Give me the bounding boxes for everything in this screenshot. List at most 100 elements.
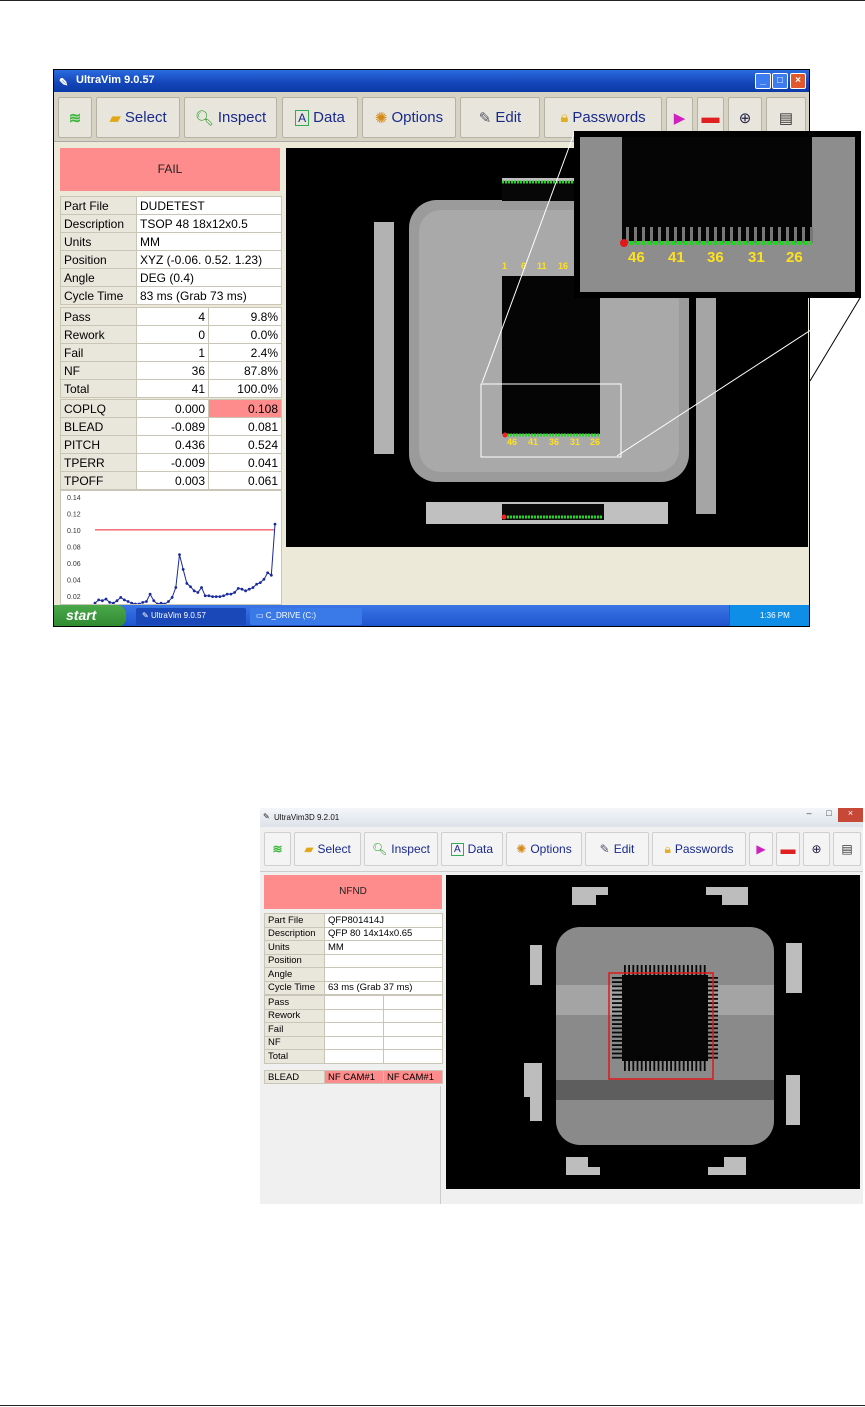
row-label: Pass bbox=[264, 995, 325, 1010]
row-label: Total bbox=[60, 379, 137, 398]
row-value bbox=[383, 1035, 443, 1050]
y-tick-label: 0.12 bbox=[67, 511, 81, 518]
row-label: Rework bbox=[264, 1008, 325, 1023]
inset-chip bbox=[622, 137, 812, 241]
close-button[interactable]: × bbox=[790, 73, 806, 89]
ultravim3d-window: ✎ UltraVim3D 9.2.01 – □ × ≋ ▰ Select 🔍︎ In… bbox=[260, 808, 863, 1204]
part-info-table: Part File QFP801414J Description QFP 80 14x… bbox=[264, 913, 443, 995]
select-button[interactable]: ▰ Select bbox=[96, 97, 180, 138]
taskbar: start ✎ UltraVim 9.0.57 ▭ C_DRIVE (C:) 1… bbox=[54, 605, 809, 626]
lead bbox=[628, 1061, 630, 1071]
close-button[interactable]: × bbox=[838, 808, 863, 822]
row-label: TPOFF bbox=[60, 471, 137, 490]
printer-icon: ▤ bbox=[841, 842, 853, 856]
text-a-icon: A bbox=[450, 842, 464, 856]
row-value: XYZ (-0.06. 0.52. 1.23) bbox=[136, 250, 282, 269]
options-button[interactable]: ✺ Options bbox=[362, 97, 456, 138]
zoom-button[interactable]: ⊕ bbox=[803, 832, 830, 866]
data-point bbox=[214, 595, 218, 598]
lead bbox=[786, 227, 789, 243]
row-value: 0.000 bbox=[136, 399, 209, 418]
passwords-label: Passwords bbox=[572, 109, 646, 126]
start-button[interactable]: start bbox=[54, 605, 126, 626]
data-point bbox=[229, 592, 233, 596]
data-point bbox=[211, 595, 214, 598]
lead bbox=[746, 227, 749, 243]
data-point bbox=[104, 597, 108, 601]
row-value: 0 bbox=[136, 325, 209, 344]
row-value: 4 bbox=[136, 307, 209, 326]
taskbar-item-label: UltraVim 9.0.57 bbox=[150, 611, 206, 620]
lead bbox=[649, 1061, 651, 1071]
fail-marker-bottom bbox=[501, 514, 507, 520]
minimize-button[interactable]: – bbox=[798, 808, 820, 822]
row-label: Angle bbox=[60, 268, 137, 287]
taskbar-item-ultravim[interactable]: ✎ UltraVim 9.0.57 bbox=[136, 608, 246, 625]
maximize-button[interactable]: □ bbox=[772, 73, 788, 89]
table-row: Rework 0 0.0% bbox=[60, 325, 282, 344]
play-button[interactable]: ▶ bbox=[749, 832, 773, 866]
row-value bbox=[383, 1008, 443, 1023]
row-label: BLEAD bbox=[264, 1070, 325, 1084]
series-line bbox=[94, 524, 276, 604]
lead bbox=[722, 227, 725, 243]
table-row: Units MM bbox=[60, 232, 282, 251]
table-row: TPOFF 0.003 0.061 bbox=[60, 471, 282, 490]
lead bbox=[674, 227, 677, 243]
row-label: TPERR bbox=[60, 453, 137, 472]
maximize-button[interactable]: □ bbox=[820, 808, 838, 822]
minimize-button[interactable]: _ bbox=[755, 73, 771, 89]
gear-icon: ✺ bbox=[374, 109, 388, 127]
lead bbox=[706, 227, 709, 243]
lead bbox=[730, 227, 733, 243]
inset-pin-label: 41 bbox=[668, 249, 685, 266]
inspect-button[interactable]: 🔍︎ Inspect bbox=[184, 97, 277, 138]
options-label: Options bbox=[391, 109, 444, 126]
row-value: 100.0% bbox=[208, 379, 282, 398]
data-button[interactable]: A Data bbox=[282, 97, 358, 138]
wifi-button[interactable]: ≋ bbox=[264, 832, 291, 866]
trend-chart-svg: 0.14 0.12 0.10 0.08 0.06 0.04 0.02 bbox=[67, 495, 277, 604]
row-label: Fail bbox=[264, 1022, 325, 1037]
lead bbox=[674, 1061, 677, 1071]
lead bbox=[658, 227, 661, 243]
row-value bbox=[324, 1049, 384, 1064]
data-point bbox=[189, 585, 192, 589]
data-point bbox=[262, 577, 266, 581]
printer-icon: ▤ bbox=[778, 109, 794, 127]
status-text: NFND bbox=[339, 886, 367, 897]
wifi-button[interactable]: ≋ bbox=[58, 97, 92, 138]
lead bbox=[612, 985, 622, 988]
taskbar-item-drive[interactable]: ▭ C_DRIVE (C:) bbox=[250, 608, 362, 625]
select-button[interactable]: ▰ Select bbox=[294, 832, 361, 866]
data-button[interactable]: A Data bbox=[441, 832, 503, 866]
passwords-button[interactable]: 🔒︎ Passwords bbox=[652, 832, 746, 866]
table-row: BLEAD NF CAM#1 NF CAM#1 bbox=[264, 1070, 443, 1084]
lead bbox=[653, 1061, 656, 1071]
lead bbox=[612, 998, 622, 1000]
pin-label: 31 bbox=[570, 437, 580, 447]
row-value: 87.8% bbox=[208, 361, 282, 380]
row-value: MM bbox=[324, 940, 443, 955]
data-point bbox=[247, 587, 251, 591]
row-value: 83 ms (Grab 73 ms) bbox=[136, 286, 282, 305]
edit-button[interactable]: ✎ Edit bbox=[460, 97, 540, 138]
row-label: Angle bbox=[264, 967, 325, 982]
data-point bbox=[273, 522, 277, 526]
y-tick-label: 0.02 bbox=[67, 594, 81, 601]
lead bbox=[794, 227, 797, 243]
print-button[interactable]: ▤ bbox=[833, 832, 861, 866]
inspect-button[interactable]: 🔍︎ Inspect bbox=[364, 832, 438, 866]
options-button[interactable]: ✺ Options bbox=[506, 832, 582, 866]
data-point bbox=[145, 600, 148, 603]
stop-button[interactable]: ▬ bbox=[776, 832, 800, 866]
pin-label: 11 bbox=[537, 261, 547, 271]
camera-view[interactable] bbox=[446, 875, 860, 1189]
data-point bbox=[255, 582, 259, 586]
clock: 1:36 PM bbox=[760, 611, 790, 620]
table-row: Angle DEG (0.4) bbox=[60, 268, 282, 287]
edit-button[interactable]: ✎ Edit bbox=[585, 832, 649, 866]
measurements-table: BLEAD NF CAM#1 NF CAM#1 bbox=[264, 1070, 443, 1084]
window-title: UltraVim 9.0.57 bbox=[76, 74, 155, 86]
gear-icon: ✺ bbox=[516, 842, 527, 856]
